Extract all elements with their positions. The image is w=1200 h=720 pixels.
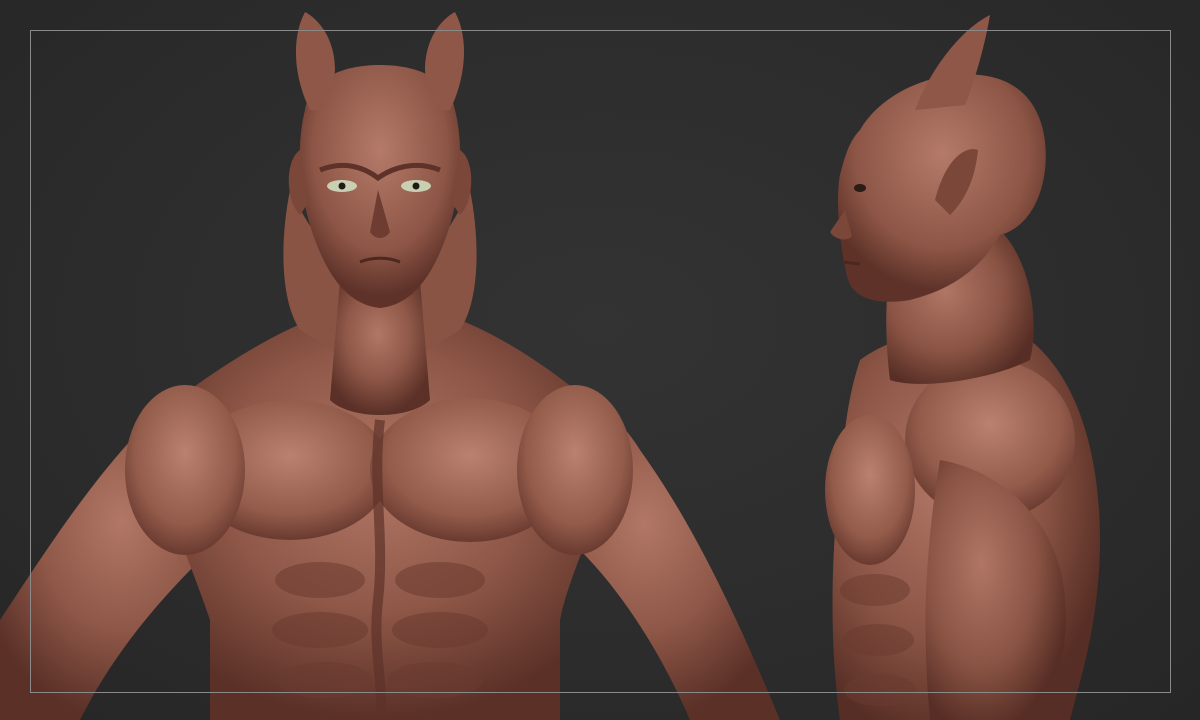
sculpt-canvas[interactable] [0, 0, 1200, 720]
side-abs [840, 574, 916, 706]
front-view-model[interactable] [0, 12, 780, 720]
front-right-deltoid [517, 385, 633, 555]
front-left-deltoid [125, 385, 245, 555]
front-sternum [371, 419, 387, 720]
side-mouth [841, 260, 861, 266]
side-eye [854, 184, 866, 192]
side-pec [825, 415, 915, 565]
sculpt-viewport[interactable] [0, 0, 1200, 720]
side-view-model[interactable] [825, 15, 1100, 720]
